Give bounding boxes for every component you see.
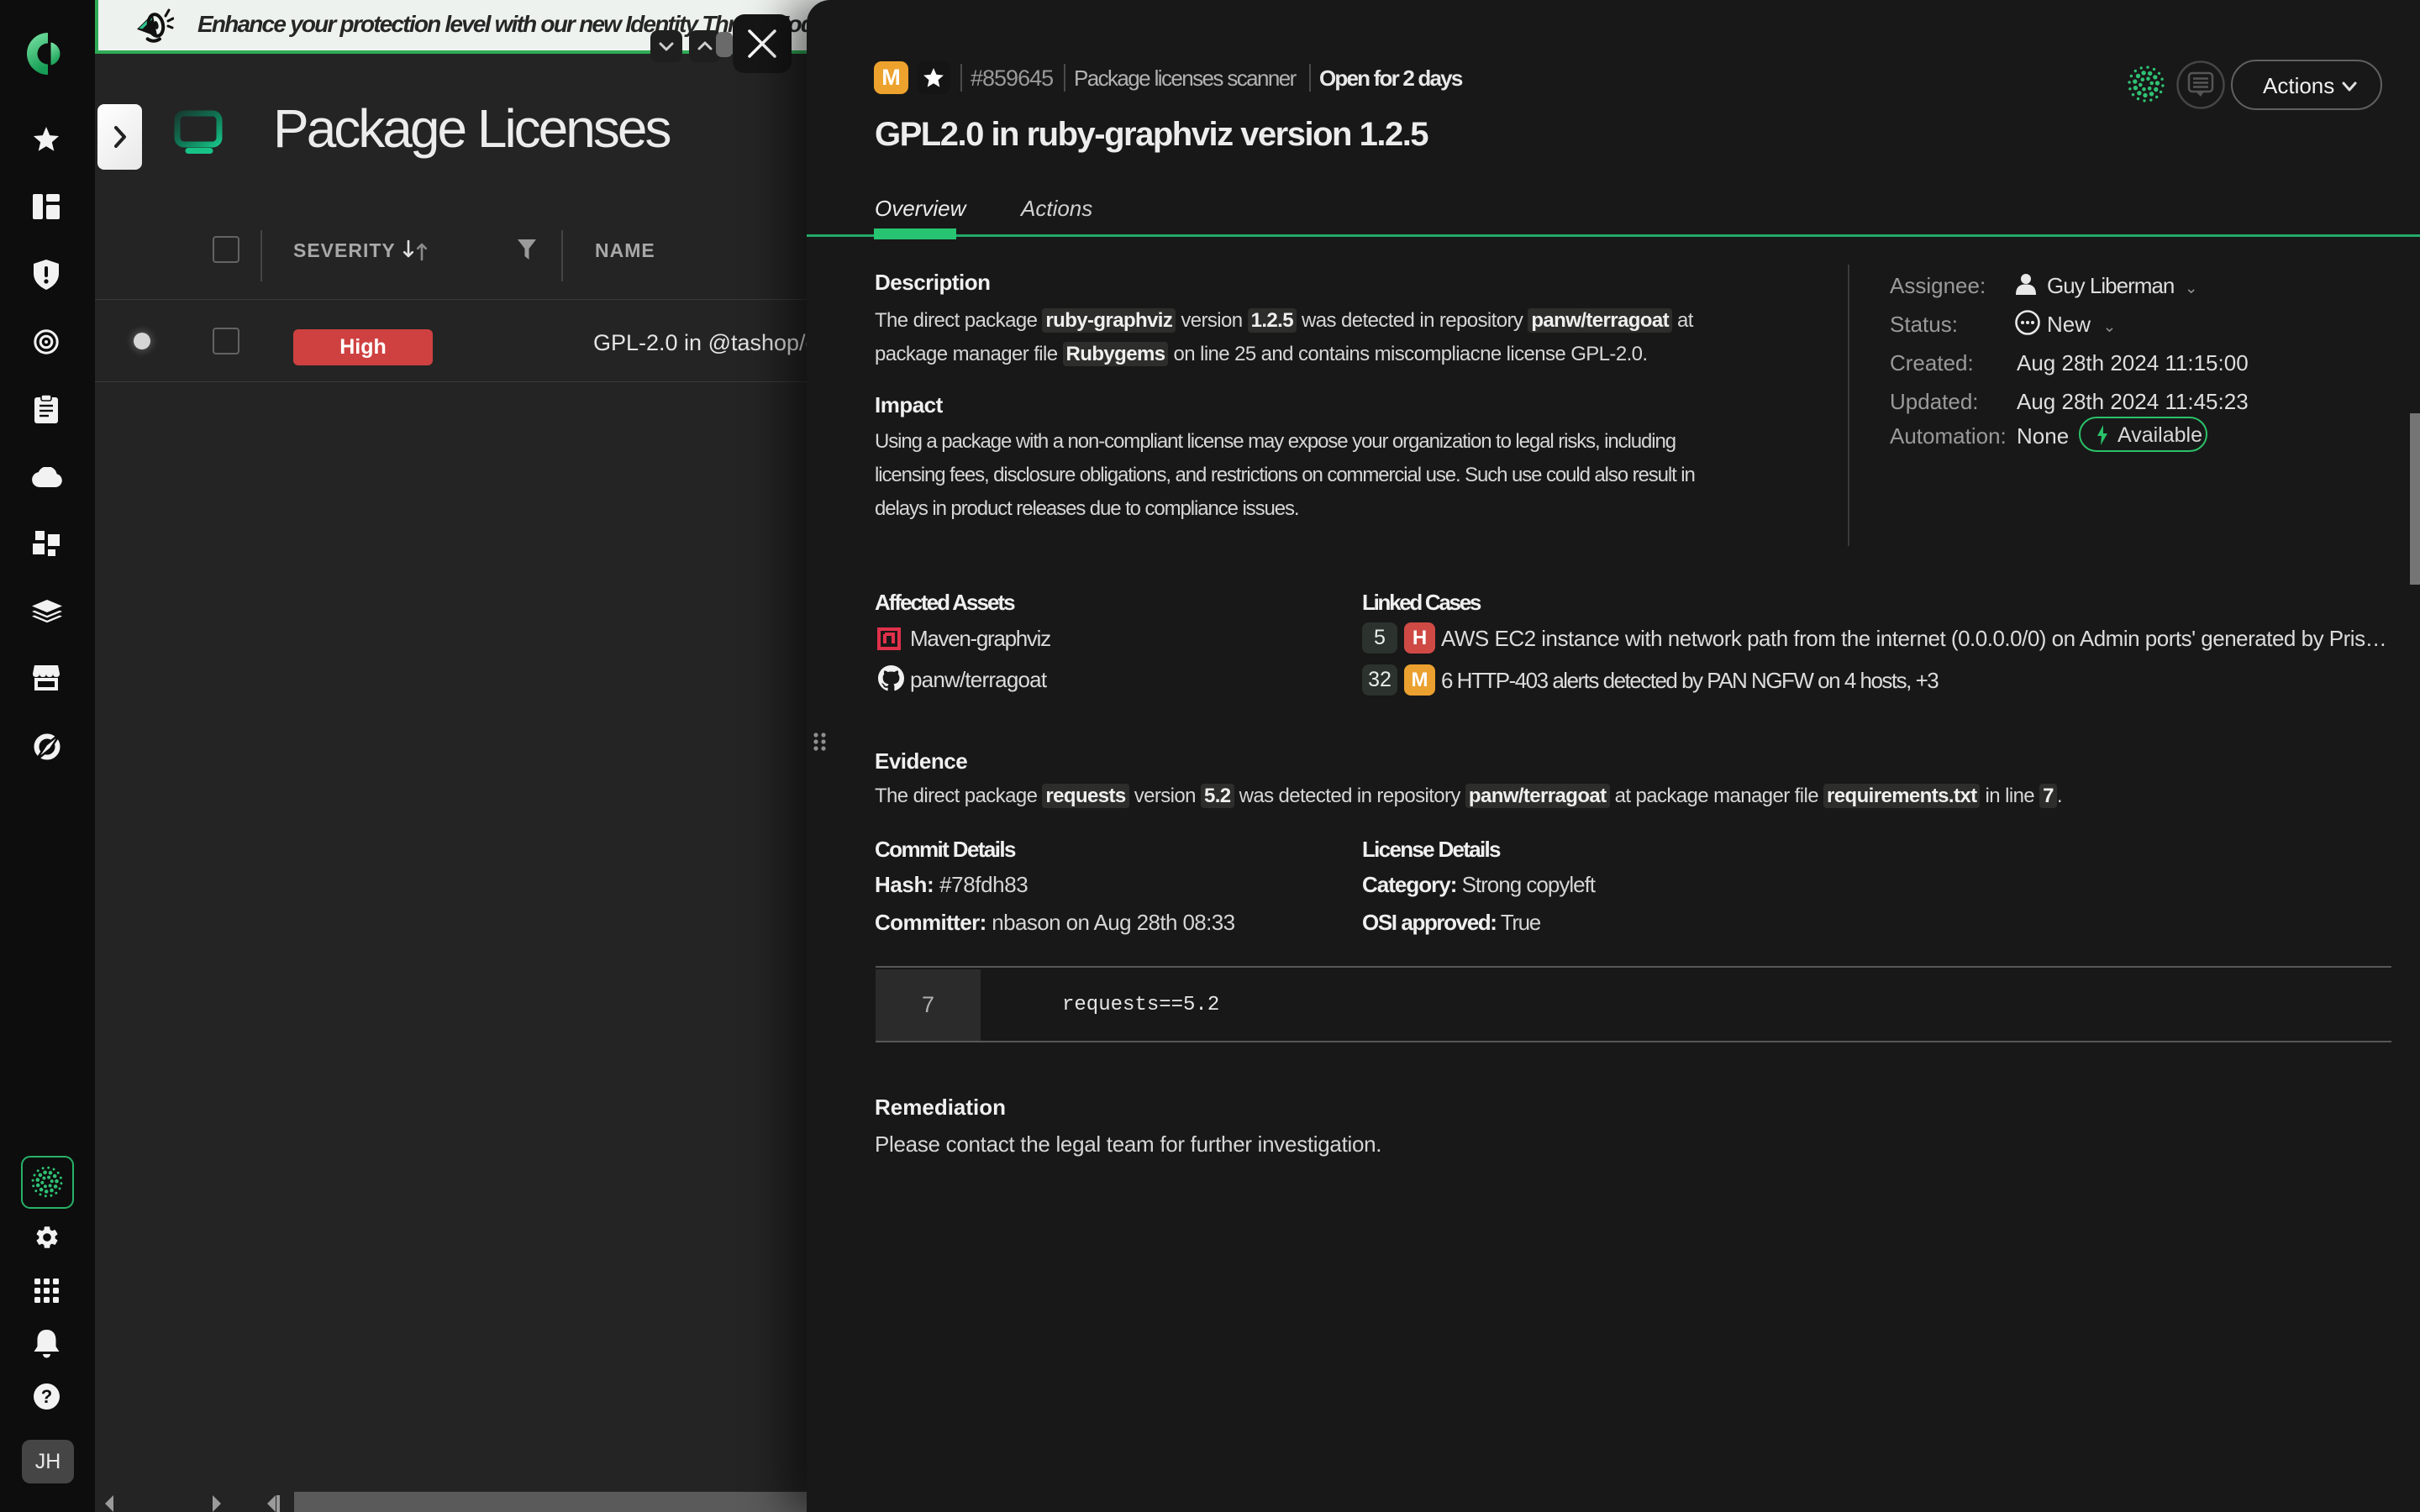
svg-text:?: ? bbox=[41, 1386, 52, 1407]
